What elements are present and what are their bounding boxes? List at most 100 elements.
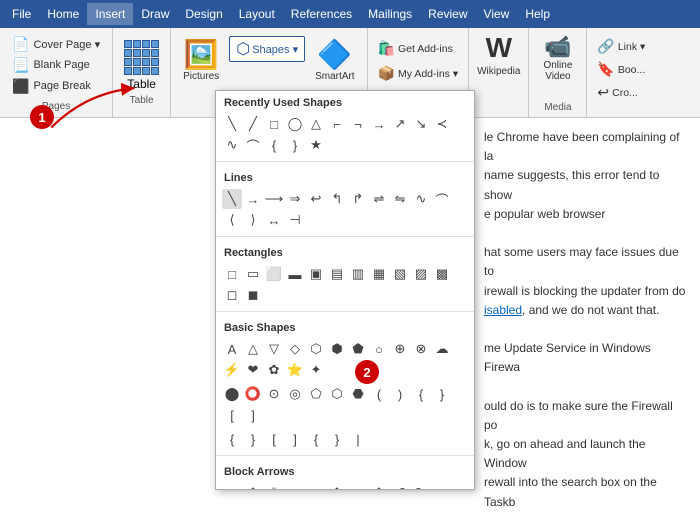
shape-item[interactable]: ⊙ (264, 384, 284, 404)
menu-file[interactable]: File (4, 3, 39, 25)
shape-item[interactable]: ⇋ (390, 189, 410, 209)
shape-item[interactable]: ∿ (411, 189, 431, 209)
shape-item[interactable]: [ (264, 429, 284, 449)
shape-item[interactable]: ◼ (243, 285, 263, 305)
shapes-button[interactable]: ⬡ Shapes ▾ (229, 36, 305, 62)
menu-review[interactable]: Review (420, 3, 475, 25)
shape-item[interactable]: } (285, 135, 305, 155)
shape-item[interactable]: ◎ (285, 384, 305, 404)
shape-item[interactable]: ▦ (369, 264, 389, 284)
blank-page-button[interactable]: 📃 Blank Page (8, 55, 104, 76)
get-addins-button[interactable]: 🛍️ Get Add-ins (374, 38, 463, 59)
shape-item[interactable]: ▩ (432, 264, 452, 284)
shape-item[interactable]: ⇓ (264, 483, 284, 490)
shape-item[interactable]: ❤ (243, 360, 263, 380)
link-button[interactable]: 🔗 Link ▾ (593, 36, 649, 57)
shape-item[interactable]: ▣ (306, 264, 326, 284)
shape-item[interactable]: ↘ (411, 114, 431, 134)
shape-item[interactable]: ⌒ (243, 135, 263, 155)
shape-item[interactable]: ⬍ (327, 483, 347, 490)
shape-item[interactable]: ⇌ (369, 189, 389, 209)
shape-item[interactable]: ⬠ (306, 384, 326, 404)
shape-item[interactable]: ↔ (264, 210, 284, 230)
shape-item[interactable]: ▭ (243, 264, 263, 284)
shape-item[interactable]: ] (285, 429, 305, 449)
shape-item[interactable]: A (222, 339, 242, 359)
shape-item[interactable]: △ (243, 339, 263, 359)
menu-insert[interactable]: Insert (87, 3, 133, 25)
shape-item[interactable]: } (243, 429, 263, 449)
shape-item[interactable]: ⇒ (285, 189, 305, 209)
shape-item[interactable]: ▽ (264, 339, 284, 359)
shape-item[interactable]: ⇐ (285, 483, 305, 490)
shape-item[interactable]: { (222, 429, 242, 449)
shape-item[interactable]: ○ (369, 339, 389, 359)
shape-item[interactable]: ▤ (327, 264, 347, 284)
smartart-button[interactable]: 🔷 SmartArt (309, 36, 360, 84)
menu-draw[interactable]: Draw (133, 3, 177, 25)
shape-item[interactable]: ⬤ (222, 384, 242, 404)
shape-item[interactable]: ⌒ (432, 189, 452, 209)
shape-item[interactable]: { (411, 384, 431, 404)
page-break-button[interactable]: ⬛ Page Break (8, 76, 104, 97)
cover-page-button[interactable]: 📄 Cover Page ▾ (8, 34, 104, 55)
shape-item[interactable]: | (348, 429, 368, 449)
shape-item[interactable]: ▥ (348, 264, 368, 284)
shape-item[interactable]: } (327, 429, 347, 449)
shape-item[interactable]: ⬡ (327, 384, 347, 404)
shape-item[interactable]: ⊣ (285, 210, 305, 230)
shape-item[interactable]: ╲ (222, 189, 242, 209)
shape-item[interactable]: ⬟ (348, 339, 368, 359)
shape-item[interactable]: ◯ (285, 114, 305, 134)
crossref-button[interactable]: ↩ Cro... (593, 82, 649, 103)
shape-item[interactable]: { (264, 135, 284, 155)
shape-item[interactable]: ⟶ (264, 189, 284, 209)
shape-item[interactable]: → (243, 189, 263, 209)
shape-item[interactable]: ⬢ (327, 339, 347, 359)
shape-item[interactable]: ☁ (432, 339, 452, 359)
shape-item[interactable]: ∿ (222, 135, 242, 155)
shape-item[interactable]: ↱ (348, 189, 368, 209)
shape-item[interactable]: ⊗ (411, 339, 431, 359)
shape-item[interactable]: ✿ (264, 360, 284, 380)
shape-item[interactable]: ⚡ (222, 360, 242, 380)
menu-references[interactable]: References (283, 3, 360, 25)
menu-mailings[interactable]: Mailings (360, 3, 420, 25)
shape-item[interactable]: ◇ (285, 339, 305, 359)
shape-item[interactable]: ⬜ (264, 264, 284, 284)
shape-item[interactable]: ⬈ (432, 483, 452, 490)
shape-item[interactable]: ◻ (222, 285, 242, 305)
shape-item[interactable]: ╲ (222, 114, 242, 134)
shape-item[interactable]: ) (390, 384, 410, 404)
shape-item[interactable]: ↻ (411, 483, 431, 490)
shape-item[interactable]: ≺ (432, 114, 452, 134)
shape-item[interactable]: ↗ (390, 114, 410, 134)
online-video-button[interactable]: 📹 Online Video (537, 32, 578, 84)
shape-item[interactable]: ¬ (348, 114, 368, 134)
shape-item[interactable]: □ (264, 114, 284, 134)
shape-item[interactable]: ⊕ (390, 339, 410, 359)
wikipedia-group[interactable]: W Wikipedia (469, 28, 529, 117)
shape-item[interactable]: ⇕ (369, 483, 389, 490)
shape-item[interactable]: ▨ (411, 264, 431, 284)
shape-item[interactable]: ↰ (327, 189, 347, 209)
menu-design[interactable]: Design (177, 3, 230, 25)
shape-item[interactable]: ⌐ (327, 114, 347, 134)
shape-item[interactable]: ⬡ (306, 339, 326, 359)
menu-home[interactable]: Home (39, 3, 87, 25)
shape-item[interactable]: ★ (306, 135, 326, 155)
shape-item[interactable]: ⭕ (243, 384, 263, 404)
bookmark-button[interactable]: 🔖 Boo... (593, 59, 649, 80)
menu-view[interactable]: View (476, 3, 518, 25)
shape-item[interactable]: ] (243, 405, 263, 425)
shape-item[interactable]: □ (222, 264, 242, 284)
shape-item[interactable]: [ (222, 405, 242, 425)
shape-item[interactable]: △ (306, 114, 326, 134)
shape-item[interactable]: ⟩ (243, 210, 263, 230)
my-addins-button[interactable]: 📦 My Add-ins ▾ (374, 63, 463, 84)
shape-item[interactable]: ⟨ (222, 210, 242, 230)
menu-help[interactable]: Help (517, 3, 558, 25)
shape-item[interactable]: ⇔ (348, 483, 368, 490)
shape-item[interactable]: ⇑ (243, 483, 263, 490)
shape-item[interactable]: ✦ (306, 360, 326, 380)
